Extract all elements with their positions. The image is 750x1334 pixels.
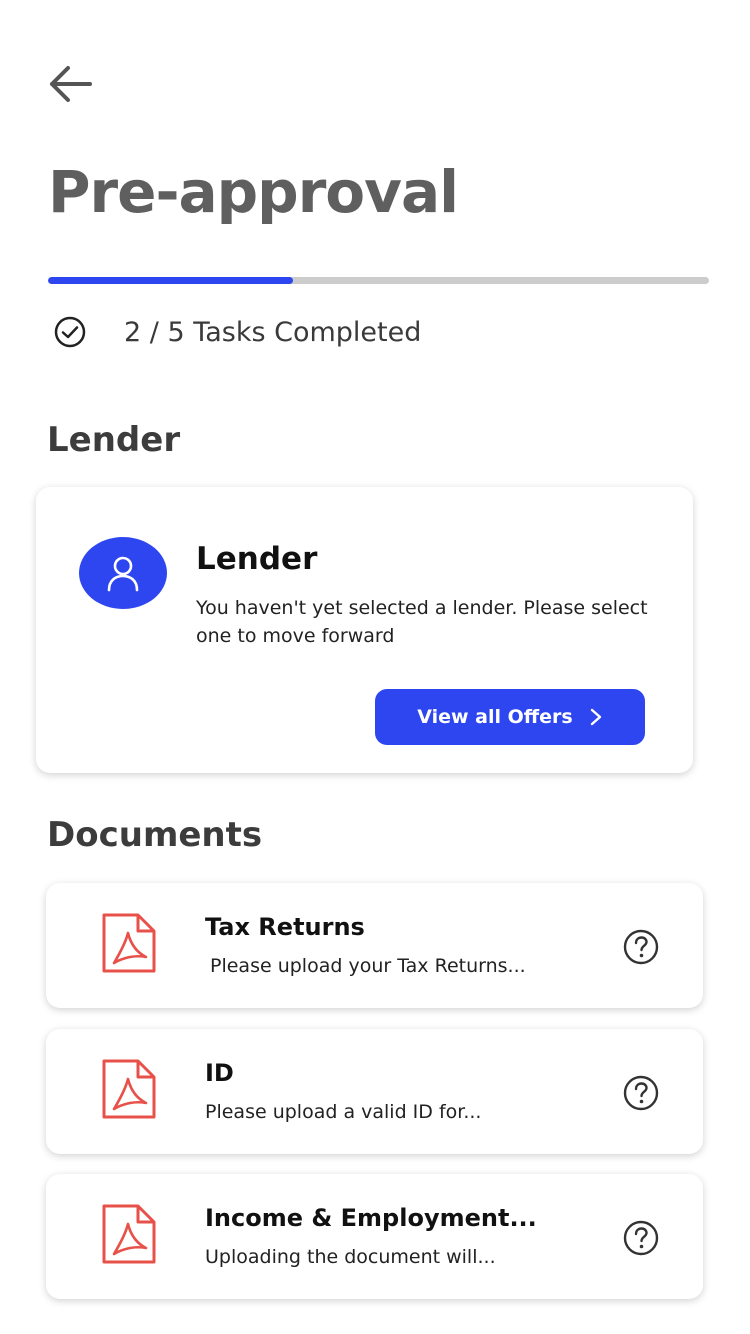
lender-card: Lender You haven't yet selected a lender… xyxy=(36,487,693,773)
lender-card-description: You haven't yet selected a lender. Pleas… xyxy=(196,597,648,647)
lender-card-title: Lender xyxy=(196,541,318,577)
view-all-offers-label: View all Offers xyxy=(417,706,573,728)
view-all-offers-button[interactable]: View all Offers xyxy=(375,689,645,745)
progress-bar-fill xyxy=(48,277,293,284)
help-circle-icon[interactable] xyxy=(622,1219,660,1257)
help-circle-icon[interactable] xyxy=(622,1074,660,1112)
pdf-icon xyxy=(102,1204,156,1264)
document-title: ID xyxy=(205,1059,234,1087)
document-title: Tax Returns xyxy=(205,913,365,941)
user-icon xyxy=(107,556,139,592)
document-description: Please upload your Tax Returns... xyxy=(210,955,526,977)
page-title: Pre-approval xyxy=(48,158,459,226)
document-description: Uploading the document will... xyxy=(205,1246,496,1268)
lender-section-heading: Lender xyxy=(47,420,181,460)
documents-section-heading: Documents xyxy=(47,815,263,855)
document-description: Please upload a valid ID for... xyxy=(205,1101,482,1123)
pdf-icon xyxy=(102,1059,156,1119)
check-circle-icon xyxy=(54,316,86,348)
document-item-tax-returns[interactable]: Tax Returns Please upload your Tax Retur… xyxy=(46,883,703,1008)
tasks-completed-label: 2 / 5 Tasks Completed xyxy=(124,316,422,348)
arrow-left-icon xyxy=(50,66,92,102)
help-circle-icon[interactable] xyxy=(622,928,660,966)
pdf-icon xyxy=(102,913,156,973)
document-title: Income & Employment... xyxy=(205,1204,537,1232)
back-button[interactable] xyxy=(44,62,96,106)
progress-bar xyxy=(48,277,709,284)
chevron-right-icon xyxy=(590,708,601,726)
tasks-status: 2 / 5 Tasks Completed xyxy=(52,312,421,352)
avatar xyxy=(79,537,167,609)
document-item-id[interactable]: ID Please upload a valid ID for... xyxy=(46,1029,703,1154)
document-item-income-employment[interactable]: Income & Employment... Uploading the doc… xyxy=(46,1174,703,1299)
